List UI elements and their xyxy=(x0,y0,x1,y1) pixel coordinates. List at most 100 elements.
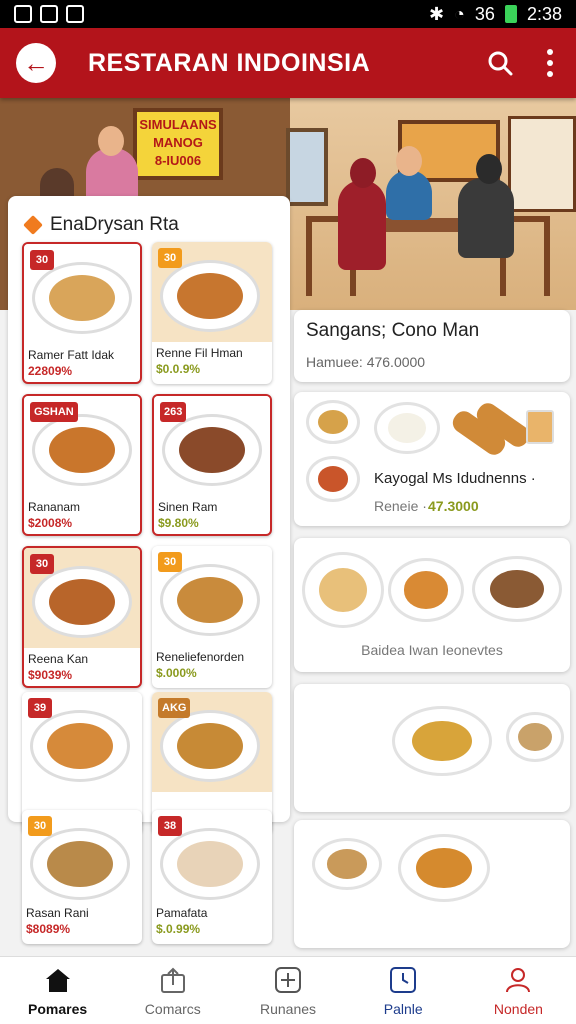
sign-line: SIMULAANS xyxy=(139,117,217,132)
plate-image xyxy=(160,828,260,900)
food-price: $2008% xyxy=(28,516,73,530)
soup-bowl-image xyxy=(506,712,564,762)
food-card[interactable]: 30 Renne Fil Hman $0.0.9% xyxy=(152,242,272,384)
diner-figure xyxy=(386,170,432,220)
nav-label: Nonden xyxy=(493,1000,543,1017)
status-bar: ✱ ◔ 36 2:38 xyxy=(0,0,576,28)
platter-image xyxy=(388,558,464,622)
food-price: $9039% xyxy=(28,668,73,682)
plate-image xyxy=(160,564,260,636)
nav-runanes[interactable]: Runanes xyxy=(230,957,345,1024)
food-card[interactable]: 30 Reena Kan $9039% xyxy=(22,546,142,688)
price-badge: 30 xyxy=(28,816,52,836)
nav-home[interactable]: Pomares xyxy=(0,957,115,1024)
platter-caption: Baidea Iwan Ieonevtes xyxy=(361,642,503,658)
card-subtitle: Hamuee: 476.0000 xyxy=(306,354,426,370)
restaurant-info-card[interactable]: Sangans; Cono Man Hamuee: 476.0000 xyxy=(294,310,570,382)
combo-price: 47.3000 xyxy=(428,498,479,514)
bottom-navigation: Pomares Comarcs Runanes Palnle Nonden xyxy=(0,956,576,1024)
notification-icons xyxy=(14,5,84,23)
card-title: Sangans; Cono Man xyxy=(306,320,480,341)
dish-image xyxy=(49,427,115,473)
nav-nonden[interactable]: Nonden xyxy=(461,957,576,1024)
menu-board xyxy=(508,116,576,212)
food-name: Rasan Rani xyxy=(26,906,89,920)
platter-image xyxy=(472,556,562,622)
nav-label: Comarcs xyxy=(144,1000,201,1017)
signal-label: 36 xyxy=(474,3,495,24)
more-options-button[interactable] xyxy=(540,45,560,81)
bluetooth-icon: ✱ xyxy=(428,3,445,24)
noodle-bowl-image xyxy=(312,838,382,890)
tag-icon xyxy=(23,215,43,235)
price-badge: 30 xyxy=(30,554,54,574)
nav-comarcs[interactable]: Comarcs xyxy=(115,957,230,1024)
food-card[interactable]: 38 Pamafata $.0.99% xyxy=(152,810,272,944)
gallery-icon xyxy=(14,5,32,23)
page-title: RESTARAN INDOINSIA xyxy=(88,48,371,77)
combo-name: Kayogal Ms Idudnenns · xyxy=(374,470,536,487)
diner-figure xyxy=(338,180,386,270)
search-icon xyxy=(488,51,513,76)
food-name: Reena Kan xyxy=(28,652,89,666)
plate-image xyxy=(30,828,130,900)
food-card[interactable]: 30 Reneliefenorden $.000% xyxy=(152,546,272,688)
price-badge: AKG xyxy=(158,698,191,718)
platter-image xyxy=(302,552,384,628)
dish-image xyxy=(47,723,113,769)
person-icon xyxy=(506,967,531,992)
dish-image xyxy=(47,841,113,887)
combo-card[interactable]: Kayogal Ms Idudnenns · Reneie · 47.3000 xyxy=(294,392,570,526)
plate-image xyxy=(30,710,130,782)
price-badge: 39 xyxy=(28,698,52,718)
price-badge: 30 xyxy=(158,552,182,572)
back-button[interactable]: ← xyxy=(16,43,56,83)
plate-image xyxy=(32,262,132,334)
food-price: $8089% xyxy=(26,922,71,936)
bowl-image xyxy=(306,456,360,502)
rice-bowl-image xyxy=(374,402,440,454)
food-price: 22809% xyxy=(28,364,73,378)
food-name: Sinen Ram xyxy=(158,500,218,514)
noodle-card[interactable] xyxy=(294,820,570,948)
clock-square-icon xyxy=(390,966,417,993)
dish-image xyxy=(49,275,115,321)
plate-image xyxy=(160,710,260,782)
dish-image xyxy=(177,841,243,887)
food-price: $9.80% xyxy=(158,516,199,530)
soup-card[interactable] xyxy=(294,684,570,812)
food-card[interactable]: 263 Sinen Ram $9.80% xyxy=(152,394,272,536)
waitress-head xyxy=(98,126,124,156)
food-name: Pamafata xyxy=(156,906,208,920)
restaurant-sign: SIMULAANS MANOG 8-IU006 xyxy=(133,108,223,180)
more-vertical-icon xyxy=(547,49,553,55)
sign-line: MANOG xyxy=(153,135,203,150)
diner-head xyxy=(476,154,502,184)
diner-figure xyxy=(458,178,514,258)
platter-card[interactable]: Baidea Iwan Ieonevtes xyxy=(294,538,570,672)
food-card[interactable]: 30 Ramer Fatt Idak 22809% xyxy=(22,242,142,384)
price-badge: 38 xyxy=(158,816,182,836)
panel-title-text: EnaDrysan Rta xyxy=(50,214,179,235)
dish-image xyxy=(177,273,243,319)
plate-image xyxy=(32,566,132,638)
food-name: Reneliefenorden xyxy=(156,650,245,664)
food-card[interactable]: 30 Rasan Rani $8089% xyxy=(22,810,142,944)
arrow-left-icon: ← xyxy=(23,47,49,78)
dish-image xyxy=(179,427,245,473)
search-button[interactable] xyxy=(482,45,518,81)
diner-head xyxy=(350,158,376,188)
price-badge: 30 xyxy=(158,248,182,268)
sign-line: 8-IU006 xyxy=(154,153,202,168)
price-badge: 30 xyxy=(30,250,54,270)
diner-head xyxy=(396,146,422,176)
panel-title: EnaDrysan Rta xyxy=(23,214,179,236)
combo-label: Reneie · xyxy=(374,498,427,514)
dish-image xyxy=(49,579,115,625)
curry-bowl-image xyxy=(398,834,490,902)
food-card[interactable]: GSHAN Rananam $2008% xyxy=(22,394,142,536)
plate-image xyxy=(160,260,260,332)
soup-bowl-image xyxy=(392,706,492,776)
food-price: $.0.99% xyxy=(156,922,201,936)
nav-palnle[interactable]: Palnle xyxy=(346,957,461,1024)
